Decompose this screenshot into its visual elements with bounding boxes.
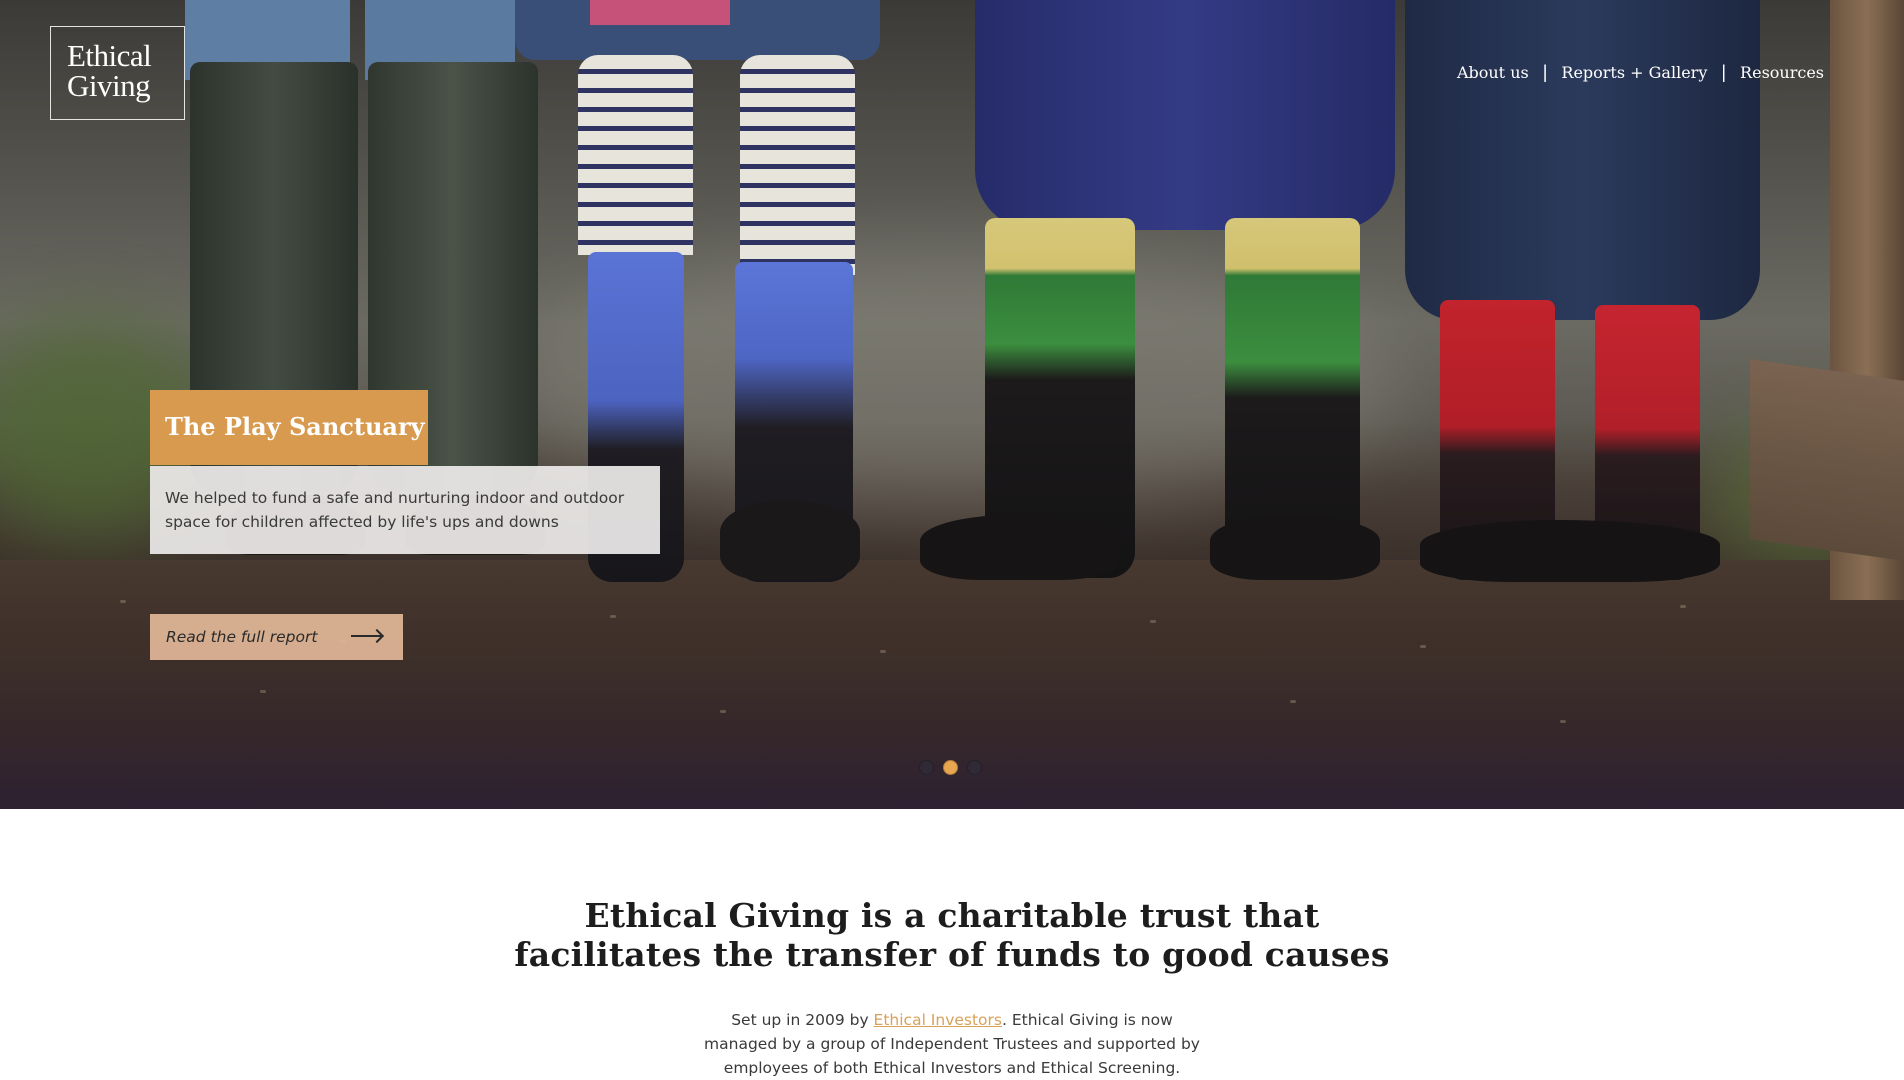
mud-splash [920,515,1120,580]
nav-about-us[interactable]: About us [1457,63,1529,82]
slide-title: The Play Sanctuary [150,390,428,465]
navy-trousers [975,0,1395,230]
intro-text-line-3: employees of both Ethical Investors and … [723,1059,1181,1077]
mud-splash [720,500,860,580]
intro-text-line-1: Set up in 2009 by Ethical Investors. Eth… [0,1008,1904,1032]
main-nav: About us | Reports + Gallery | Resources [1457,62,1824,83]
carousel-dots [919,760,982,775]
wooden-board [1750,359,1904,561]
nav-resources[interactable]: Resources [1740,63,1824,82]
carousel-dot-2[interactable] [943,760,958,775]
striped-tights-left [578,55,693,255]
intro-text: Set up in 2009 by Ethical Investors. Eth… [0,1008,1904,1080]
mud-splash [1420,520,1720,582]
intro-heading-line-2: facilitates the transfer of funds to goo… [514,935,1390,974]
read-full-report-label: Read the full report [166,628,318,646]
logo-line-2: Giving [67,68,151,103]
intro-text-line-2: managed by a group of Independent Truste… [704,1035,1200,1053]
slide-description-line-1: We helped to fund a safe and nurturing i… [165,489,625,507]
intro-text-after-link: . Ethical Giving is now [1002,1011,1173,1029]
striped-tights-right [740,55,855,275]
slide-description-line-2: space for children affected by life's up… [165,513,559,531]
blue-trousers [1405,0,1760,320]
carousel-dot-1[interactable] [919,760,934,775]
nav-reports-gallery[interactable]: Reports + Gallery [1561,63,1707,82]
ethical-investors-link[interactable]: Ethical Investors [874,1011,1002,1029]
pink-coat [590,0,730,25]
ethical-giving-logo[interactable]: Ethical Giving [50,26,185,120]
intro-heading: Ethical Giving is a charitable trust tha… [0,896,1904,974]
mud-splash [1210,515,1380,580]
slide-description: We helped to fund a safe and nurturing i… [150,466,660,554]
nav-separator: | [1542,62,1548,82]
arrow-right-icon [351,635,381,637]
intro-heading-line-1: Ethical Giving is a charitable trust tha… [584,896,1320,935]
nav-separator: | [1721,62,1727,82]
hero-carousel: Ethical Giving About us | Reports + Gall… [0,0,1904,809]
logo-line-1: Ethical [67,38,152,73]
intro-text-before-link: Set up in 2009 by [731,1011,874,1029]
read-full-report-button[interactable]: Read the full report [150,614,403,660]
carousel-dot-3[interactable] [967,760,982,775]
